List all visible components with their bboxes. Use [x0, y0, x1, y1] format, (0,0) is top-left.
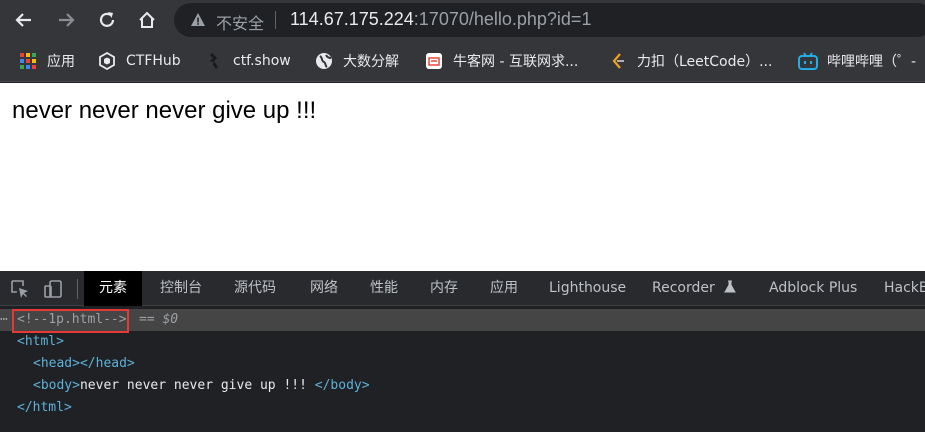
html-close-tag: </html>	[17, 400, 72, 415]
bookmark-ctfhub[interactable]: CTFHub	[97, 51, 181, 71]
flask-icon	[724, 280, 737, 293]
bookmark-bilibili[interactable]: 哔哩哔哩（゜-	[798, 51, 916, 71]
globe-icon	[314, 51, 334, 71]
tab-sources[interactable]: 源代码	[234, 271, 276, 306]
dom-node-html-close[interactable]: </html>	[17, 397, 72, 419]
tab-hackbar[interactable]: HackBar	[884, 271, 925, 306]
leetcode-logo-icon	[608, 51, 628, 71]
bookmark-apps[interactable]: 应用	[18, 51, 75, 71]
tab-console[interactable]: 控制台	[160, 271, 202, 306]
highlight-annotation-box	[12, 309, 129, 333]
url-host: 114.67.175.224	[290, 9, 414, 29]
body-text-node: never never never give up !!!	[79, 378, 315, 393]
ellipsis-icon[interactable]: ⋯	[0, 309, 8, 331]
browser-toolbar: 不安全 114.67.175.224:17070/hello.php?id=1	[0, 0, 925, 40]
inspect-element-icon[interactable]	[10, 279, 30, 299]
home-icon	[139, 11, 155, 28]
devtools-panel: 元素 控制台 源代码 网络 性能 内存 应用 Lighthouse Record…	[0, 271, 925, 432]
toolbar-divider	[77, 279, 78, 299]
security-label[interactable]: 不安全	[216, 10, 264, 34]
device-toolbar-icon[interactable]	[43, 279, 63, 299]
page-body-text: never never never give up !!!	[12, 97, 317, 124]
bookmark-label: 大数分解	[343, 54, 399, 70]
tab-adblock-plus[interactable]: Adblock Plus	[769, 271, 857, 306]
web-page-content: never never never give up !!!	[0, 83, 925, 271]
bookmark-ctfshow[interactable]: ctf.show	[204, 51, 291, 71]
home-button[interactable]	[131, 4, 163, 36]
body-open-tag: <body>	[33, 378, 80, 393]
bookmark-label: ctf.show	[233, 53, 291, 69]
html-open-tag: <html>	[17, 334, 64, 349]
forward-arrow-icon	[59, 13, 75, 27]
tab-memory[interactable]: 内存	[430, 271, 458, 306]
ctfshow-logo-icon	[204, 51, 224, 71]
dom-node-comment-selected[interactable]: ⋯ <!--1p.html--> == $0	[0, 309, 925, 331]
bookmark-label: 牛客网 - 互联网求...	[453, 54, 579, 70]
bookmark-label: CTFHub	[126, 53, 181, 69]
reload-icon	[99, 12, 115, 27]
ctfhub-logo-icon	[97, 51, 117, 71]
bookmark-nowcoder[interactable]: 牛客网 - 互联网求...	[424, 51, 578, 71]
dom-node-head[interactable]: <head></head>	[33, 353, 135, 375]
tab-performance[interactable]: 性能	[370, 271, 398, 306]
apps-grid-icon	[18, 51, 38, 71]
nowcoder-logo-icon	[424, 51, 444, 71]
back-button[interactable]	[8, 4, 40, 36]
tab-elements[interactable]: 元素	[84, 271, 142, 306]
dom-tree: ⋯ <!--1p.html--> == $0 <html> <head></he…	[0, 307, 925, 432]
warning-icon[interactable]	[190, 12, 206, 28]
dom-node-html[interactable]: <html>	[17, 331, 64, 353]
back-arrow-icon	[15, 13, 31, 27]
reload-button[interactable]	[91, 4, 123, 36]
bilibili-logo-icon	[798, 51, 818, 71]
bookmark-factor[interactable]: 大数分解	[314, 51, 399, 71]
url-path: :17070/hello.php?id=1	[413, 9, 592, 29]
body-close-tag: </body>	[314, 378, 370, 393]
devtools-tab-bar: 元素 控制台 源代码 网络 性能 内存 应用 Lighthouse Record…	[0, 271, 925, 306]
tab-recorder[interactable]: Recorder	[652, 271, 737, 306]
tab-application[interactable]: 应用	[490, 271, 518, 306]
dom-node-body[interactable]: <body>never never never give up !!! </bo…	[33, 375, 370, 397]
forward-button[interactable]	[50, 4, 82, 36]
tab-network[interactable]: 网络	[310, 271, 338, 306]
bookmark-label: 哔哩哔哩（゜-	[827, 54, 917, 70]
tab-lighthouse[interactable]: Lighthouse	[549, 271, 626, 306]
bookmarks-bar: 应用 CTFHub ctf.show 大数分解 牛客网 - 互联网求... 力扣…	[0, 40, 925, 82]
selected-node-ref: == $0	[139, 312, 179, 327]
bookmark-label: 应用	[47, 54, 75, 70]
bookmark-label: 力扣（LeetCode）...	[637, 54, 773, 70]
bookmark-leetcode[interactable]: 力扣（LeetCode）...	[608, 51, 772, 71]
tab-recorder-label: Recorder	[652, 280, 715, 296]
address-bar[interactable]: 不安全 114.67.175.224:17070/hello.php?id=1	[174, 3, 925, 37]
head-tag: <head></head>	[33, 356, 135, 371]
url-text[interactable]: 114.67.175.224:17070/hello.php?id=1	[290, 9, 591, 30]
address-separator	[275, 11, 276, 29]
